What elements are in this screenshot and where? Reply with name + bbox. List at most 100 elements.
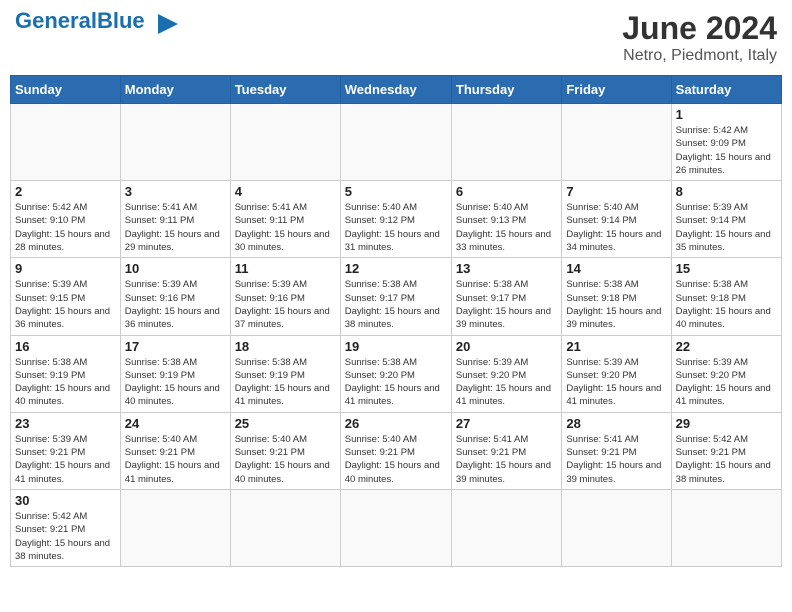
day-number: 28 <box>566 416 666 431</box>
calendar-cell: 29 Sunrise: 5:42 AMSunset: 9:21 PMDayligh… <box>671 412 781 489</box>
day-number: 7 <box>566 184 666 199</box>
calendar-cell <box>562 489 671 566</box>
location-text: Netro, Piedmont, Italy <box>622 47 777 65</box>
day-info: Sunrise: 5:41 AMSunset: 9:21 PMDaylight:… <box>566 433 666 486</box>
calendar-cell: 16 Sunrise: 5:38 AMSunset: 9:19 PMDayligh… <box>11 335 121 412</box>
calendar-cell: 18 Sunrise: 5:38 AMSunset: 9:19 PMDayligh… <box>230 335 340 412</box>
day-info: Sunrise: 5:38 AMSunset: 9:17 PMDaylight:… <box>456 278 557 331</box>
day-number: 15 <box>676 261 777 276</box>
calendar-cell: 1Sunrise: 5:42 AMSunset: 9:09 PMDaylight… <box>671 104 781 181</box>
calendar-cell <box>451 489 561 566</box>
day-number: 4 <box>235 184 336 199</box>
calendar-week-row: 16 Sunrise: 5:38 AMSunset: 9:19 PMDayligh… <box>11 335 782 412</box>
day-info: Sunrise: 5:40 AMSunset: 9:14 PMDaylight:… <box>566 201 666 254</box>
day-info: Sunrise: 5:38 AMSunset: 9:20 PMDaylight:… <box>345 356 447 409</box>
day-info: Sunrise: 5:38 AMSunset: 9:18 PMDaylight:… <box>566 278 666 331</box>
day-info: Sunrise: 5:40 AMSunset: 9:21 PMDaylight:… <box>125 433 226 486</box>
day-info: Sunrise: 5:39 AMSunset: 9:21 PMDaylight:… <box>15 433 116 486</box>
day-number: 30 <box>15 493 116 508</box>
calendar-cell: 27Sunrise: 5:41 AMSunset: 9:21 PMDayligh… <box>451 412 561 489</box>
calendar-cell: 3 Sunrise: 5:41 AMSunset: 9:11 PMDaylight… <box>120 181 230 258</box>
day-info: Sunrise: 5:40 AMSunset: 9:21 PMDaylight:… <box>235 433 336 486</box>
calendar-cell: 17 Sunrise: 5:38 AMSunset: 9:19 PMDayligh… <box>120 335 230 412</box>
month-year-title: June 2024 <box>622 10 777 47</box>
day-number: 23 <box>15 416 116 431</box>
day-number: 13 <box>456 261 557 276</box>
logo-text: GeneralBlue <box>15 8 151 33</box>
calendar-cell: 28 Sunrise: 5:41 AMSunset: 9:21 PMDayligh… <box>562 412 671 489</box>
calendar-cell: 19 Sunrise: 5:38 AMSunset: 9:20 PMDayligh… <box>340 335 451 412</box>
calendar-cell: 24Sunrise: 5:40 AMSunset: 9:21 PMDayligh… <box>120 412 230 489</box>
calendar-cell <box>340 489 451 566</box>
day-info: Sunrise: 5:42 AMSunset: 9:21 PMDaylight:… <box>676 433 777 486</box>
day-info: Sunrise: 5:41 AMSunset: 9:11 PMDaylight:… <box>125 201 226 254</box>
day-info: Sunrise: 5:40 AMSunset: 9:21 PMDaylight:… <box>345 433 447 486</box>
calendar-cell: 8Sunrise: 5:39 AMSunset: 9:14 PMDaylight… <box>671 181 781 258</box>
weekday-header-thursday: Thursday <box>451 76 561 104</box>
day-info: Sunrise: 5:38 AMSunset: 9:19 PMDaylight:… <box>15 356 116 409</box>
weekday-header-friday: Friday <box>562 76 671 104</box>
calendar-cell: 5 Sunrise: 5:40 AMSunset: 9:12 PMDaylight… <box>340 181 451 258</box>
day-info: Sunrise: 5:39 AMSunset: 9:20 PMDaylight:… <box>676 356 777 409</box>
calendar-table: SundayMondayTuesdayWednesdayThursdayFrid… <box>10 75 782 567</box>
calendar-cell <box>230 104 340 181</box>
calendar-cell: 21 Sunrise: 5:39 AMSunset: 9:20 PMDayligh… <box>562 335 671 412</box>
calendar-week-row: 1Sunrise: 5:42 AMSunset: 9:09 PMDaylight… <box>11 104 782 181</box>
calendar-cell: 4 Sunrise: 5:41 AMSunset: 9:11 PMDaylight… <box>230 181 340 258</box>
weekday-header-sunday: Sunday <box>11 76 121 104</box>
day-info: Sunrise: 5:39 AMSunset: 9:15 PMDaylight:… <box>15 278 116 331</box>
day-number: 18 <box>235 339 336 354</box>
day-info: Sunrise: 5:38 AMSunset: 9:19 PMDaylight:… <box>125 356 226 409</box>
day-number: 25 <box>235 416 336 431</box>
day-info: Sunrise: 5:39 AMSunset: 9:16 PMDaylight:… <box>125 278 226 331</box>
day-number: 12 <box>345 261 447 276</box>
day-info: Sunrise: 5:40 AMSunset: 9:13 PMDaylight:… <box>456 201 557 254</box>
calendar-cell: 14 Sunrise: 5:38 AMSunset: 9:18 PMDayligh… <box>562 258 671 335</box>
calendar-week-row: 30Sunrise: 5:42 AMSunset: 9:21 PMDayligh… <box>11 489 782 566</box>
header: GeneralBlue June 2024 Netro, Piedmont, I… <box>10 10 782 65</box>
logo-general: General <box>15 8 97 33</box>
day-info: Sunrise: 5:41 AMSunset: 9:11 PMDaylight:… <box>235 201 336 254</box>
calendar-cell: 2Sunrise: 5:42 AMSunset: 9:10 PMDaylight… <box>11 181 121 258</box>
day-number: 17 <box>125 339 226 354</box>
calendar-cell: 15Sunrise: 5:38 AMSunset: 9:18 PMDayligh… <box>671 258 781 335</box>
day-number: 6 <box>456 184 557 199</box>
day-info: Sunrise: 5:42 AMSunset: 9:10 PMDaylight:… <box>15 201 116 254</box>
day-info: Sunrise: 5:41 AMSunset: 9:21 PMDaylight:… <box>456 433 557 486</box>
day-info: Sunrise: 5:39 AMSunset: 9:20 PMDaylight:… <box>566 356 666 409</box>
calendar-week-row: 2Sunrise: 5:42 AMSunset: 9:10 PMDaylight… <box>11 181 782 258</box>
day-info: Sunrise: 5:39 AMSunset: 9:14 PMDaylight:… <box>676 201 777 254</box>
calendar-cell: 23 Sunrise: 5:39 AMSunset: 9:21 PMDayligh… <box>11 412 121 489</box>
calendar-cell: 6 Sunrise: 5:40 AMSunset: 9:13 PMDaylight… <box>451 181 561 258</box>
calendar-cell <box>340 104 451 181</box>
day-info: Sunrise: 5:40 AMSunset: 9:12 PMDaylight:… <box>345 201 447 254</box>
calendar-cell: 12Sunrise: 5:38 AMSunset: 9:17 PMDayligh… <box>340 258 451 335</box>
day-info: Sunrise: 5:39 AMSunset: 9:20 PMDaylight:… <box>456 356 557 409</box>
day-number: 19 <box>345 339 447 354</box>
day-number: 20 <box>456 339 557 354</box>
day-number: 16 <box>15 339 116 354</box>
day-number: 14 <box>566 261 666 276</box>
calendar-cell: 10 Sunrise: 5:39 AMSunset: 9:16 PMDayligh… <box>120 258 230 335</box>
day-number: 9 <box>15 261 116 276</box>
day-number: 11 <box>235 261 336 276</box>
calendar-cell <box>562 104 671 181</box>
logo-blue-text: Blue <box>97 8 145 33</box>
title-area: June 2024 Netro, Piedmont, Italy <box>622 10 777 65</box>
calendar-cell <box>230 489 340 566</box>
day-number: 3 <box>125 184 226 199</box>
day-info: Sunrise: 5:38 AMSunset: 9:19 PMDaylight:… <box>235 356 336 409</box>
weekday-header-wednesday: Wednesday <box>340 76 451 104</box>
day-number: 22 <box>676 339 777 354</box>
calendar-cell <box>120 104 230 181</box>
calendar-cell: 7 Sunrise: 5:40 AMSunset: 9:14 PMDaylight… <box>562 181 671 258</box>
weekday-header-monday: Monday <box>120 76 230 104</box>
day-number: 10 <box>125 261 226 276</box>
weekday-header-row: SundayMondayTuesdayWednesdayThursdayFrid… <box>11 76 782 104</box>
day-number: 29 <box>676 416 777 431</box>
calendar-cell: 20 Sunrise: 5:39 AMSunset: 9:20 PMDayligh… <box>451 335 561 412</box>
day-number: 5 <box>345 184 447 199</box>
day-number: 1 <box>676 107 777 122</box>
calendar-week-row: 23 Sunrise: 5:39 AMSunset: 9:21 PMDayligh… <box>11 412 782 489</box>
day-number: 21 <box>566 339 666 354</box>
